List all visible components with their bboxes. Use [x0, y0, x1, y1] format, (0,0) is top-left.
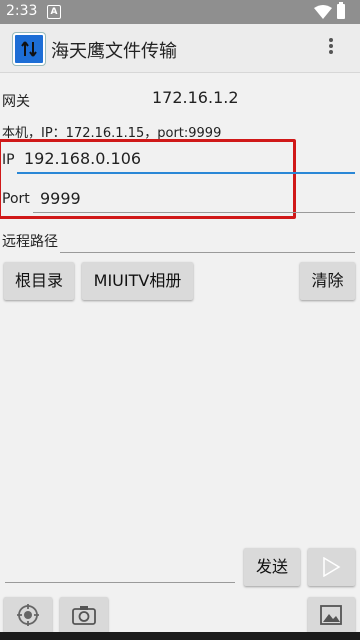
navigation-bar	[0, 632, 360, 640]
ip-label: IP	[2, 152, 15, 168]
play-icon	[323, 557, 341, 577]
ip-input-value: 192.168.0.106	[24, 149, 142, 168]
status-time: 2:33	[6, 3, 38, 19]
root-directory-button[interactable]: 根目录	[4, 262, 74, 300]
clear-button[interactable]: 清除	[300, 262, 355, 300]
gallery-button[interactable]	[308, 597, 355, 633]
ip-input[interactable]: 192.168.0.106	[17, 146, 355, 174]
app-bar: 海天鹰文件传输	[0, 24, 360, 73]
camera-button[interactable]	[60, 597, 108, 633]
port-input-value: 9999	[40, 189, 81, 208]
notification-icon: A	[47, 5, 61, 19]
battery-icon	[337, 2, 345, 19]
remote-path-label: 远程路径	[2, 234, 58, 250]
remote-path-input[interactable]	[60, 226, 355, 253]
message-input[interactable]	[5, 580, 235, 583]
wifi-icon	[314, 5, 332, 19]
location-target-icon	[17, 604, 39, 626]
port-label: Port	[2, 191, 30, 207]
gateway-value: 172.16.1.2	[152, 88, 239, 107]
status-bar: 2:33 A	[0, 0, 360, 24]
play-button[interactable]	[308, 548, 355, 586]
port-input[interactable]: 9999	[33, 186, 355, 213]
miuitv-album-button[interactable]: MIUITV相册	[82, 262, 193, 300]
gateway-label: 网关	[2, 94, 30, 110]
transfer-arrows-icon	[13, 33, 45, 65]
location-button[interactable]	[4, 597, 52, 633]
camera-icon	[72, 606, 96, 625]
image-icon	[320, 605, 342, 625]
overflow-menu-icon[interactable]	[326, 38, 336, 58]
app-title: 海天鹰文件传输	[51, 41, 177, 62]
send-button[interactable]: 发送	[244, 548, 300, 586]
